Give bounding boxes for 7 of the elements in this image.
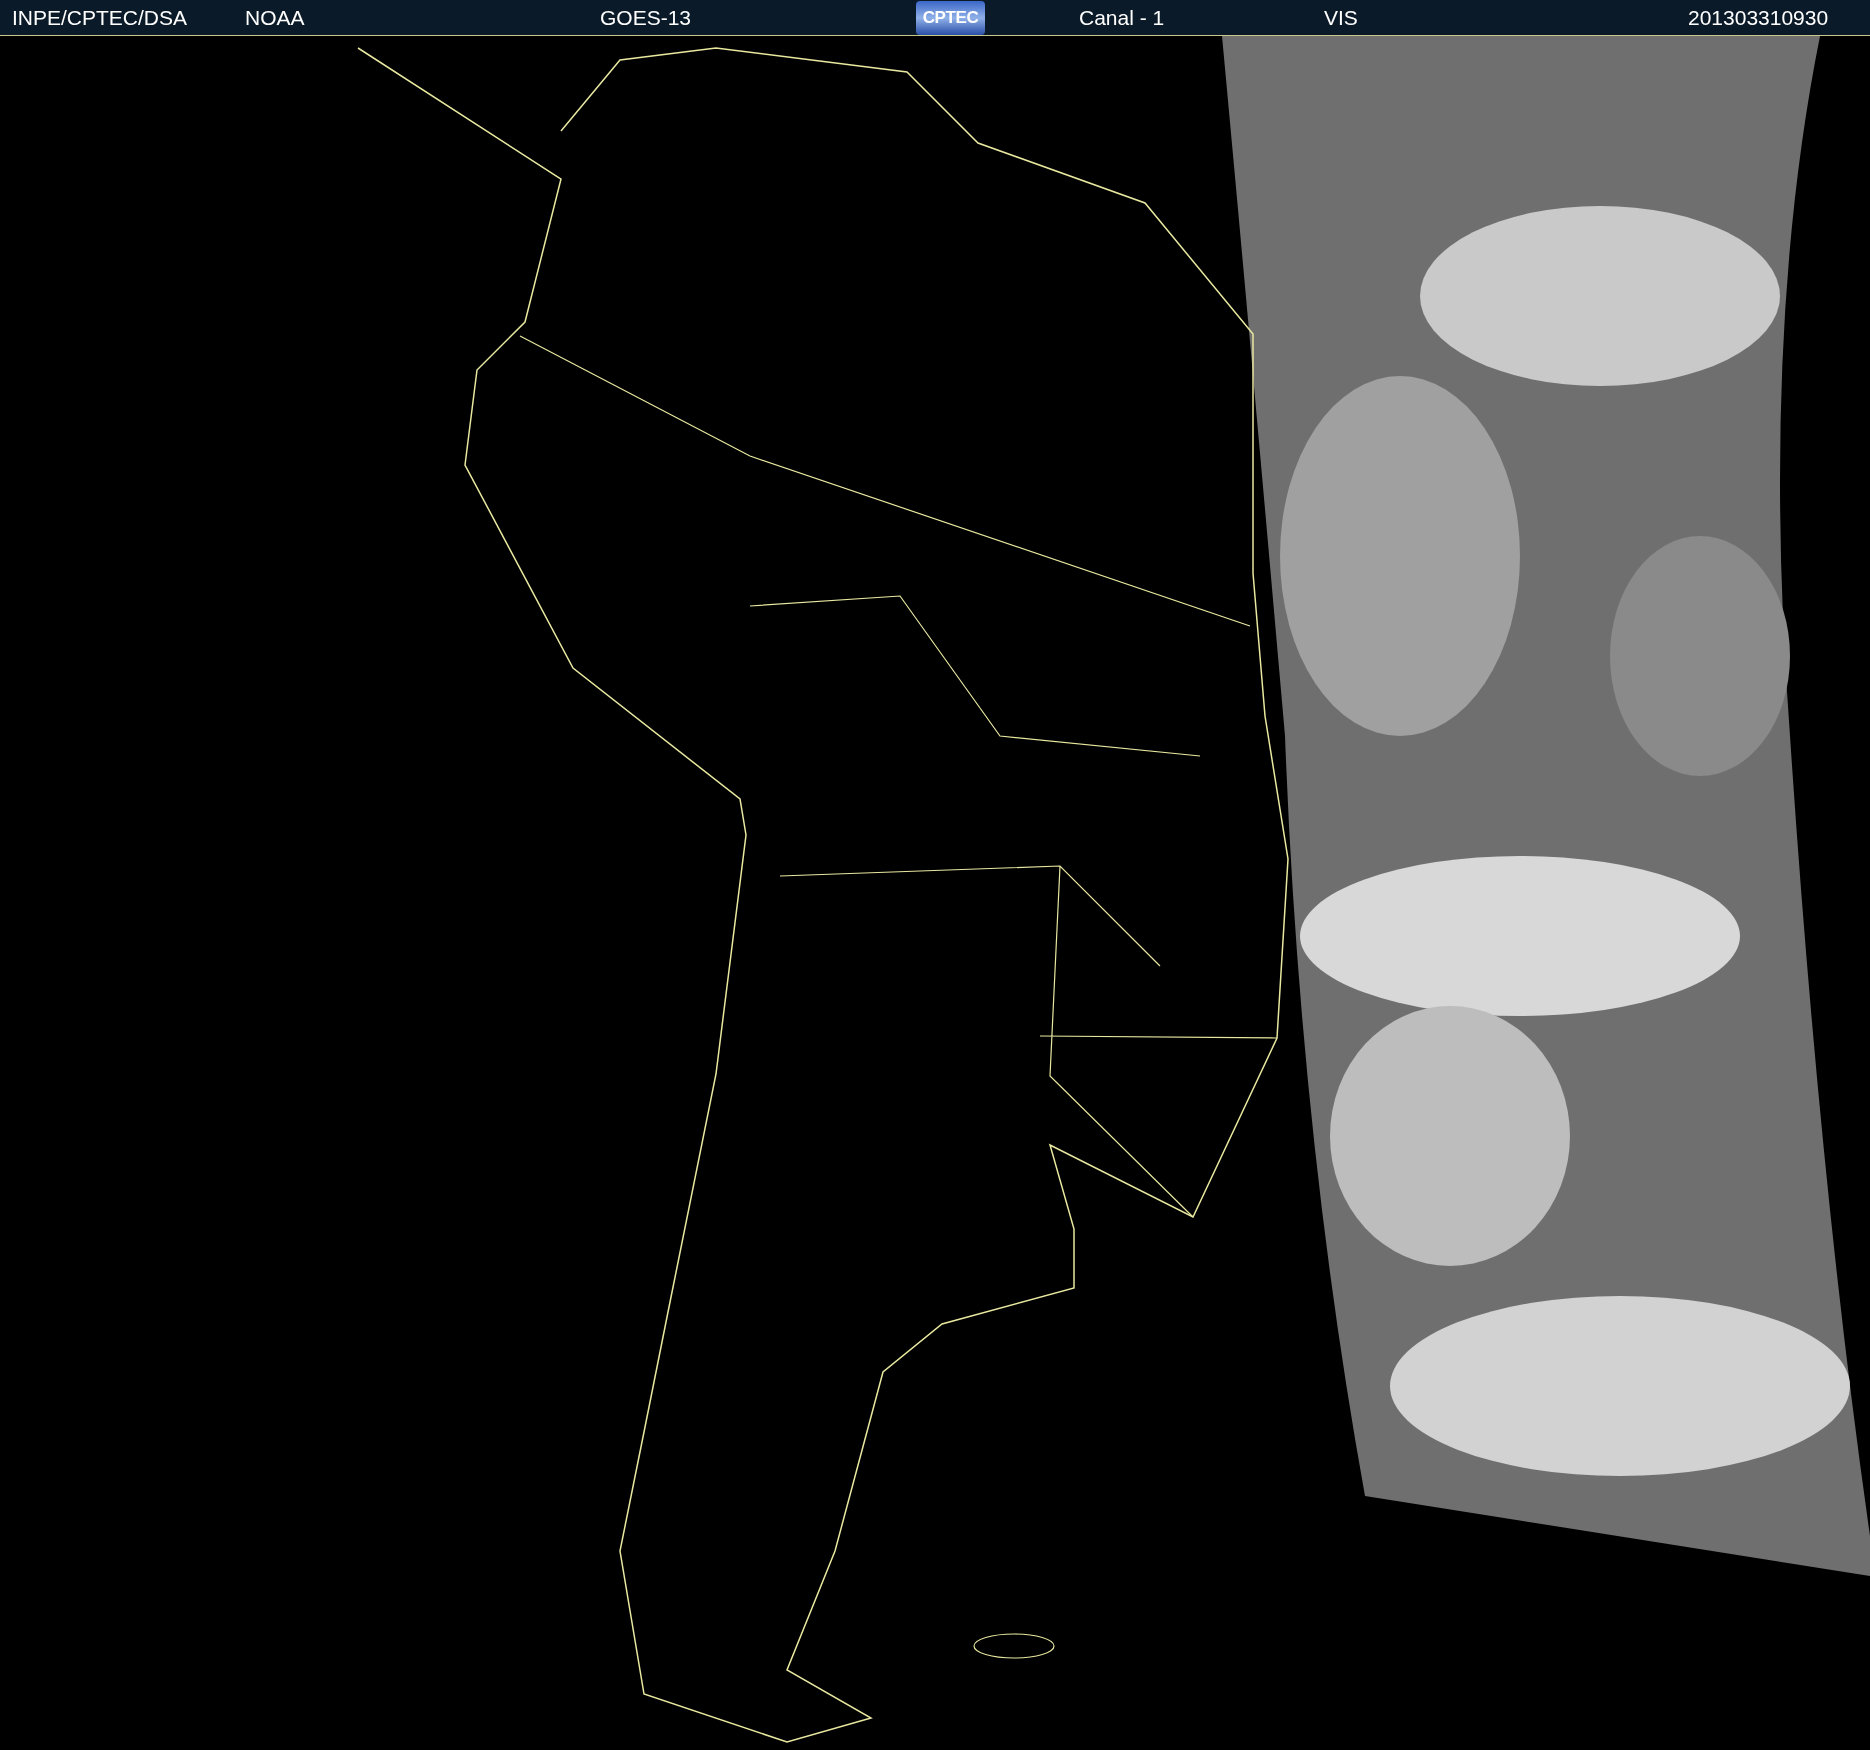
header-label: 201303310930 xyxy=(1688,4,1829,31)
header-label: VIS xyxy=(1324,4,1358,31)
header-label: Canal - 1 xyxy=(1079,4,1165,31)
header-label: INPE/CPTEC/DSA xyxy=(12,4,188,31)
header-label: GOES-13 xyxy=(600,4,692,31)
logo: CPTEC xyxy=(916,0,985,35)
header-label: NOAA xyxy=(245,4,305,31)
